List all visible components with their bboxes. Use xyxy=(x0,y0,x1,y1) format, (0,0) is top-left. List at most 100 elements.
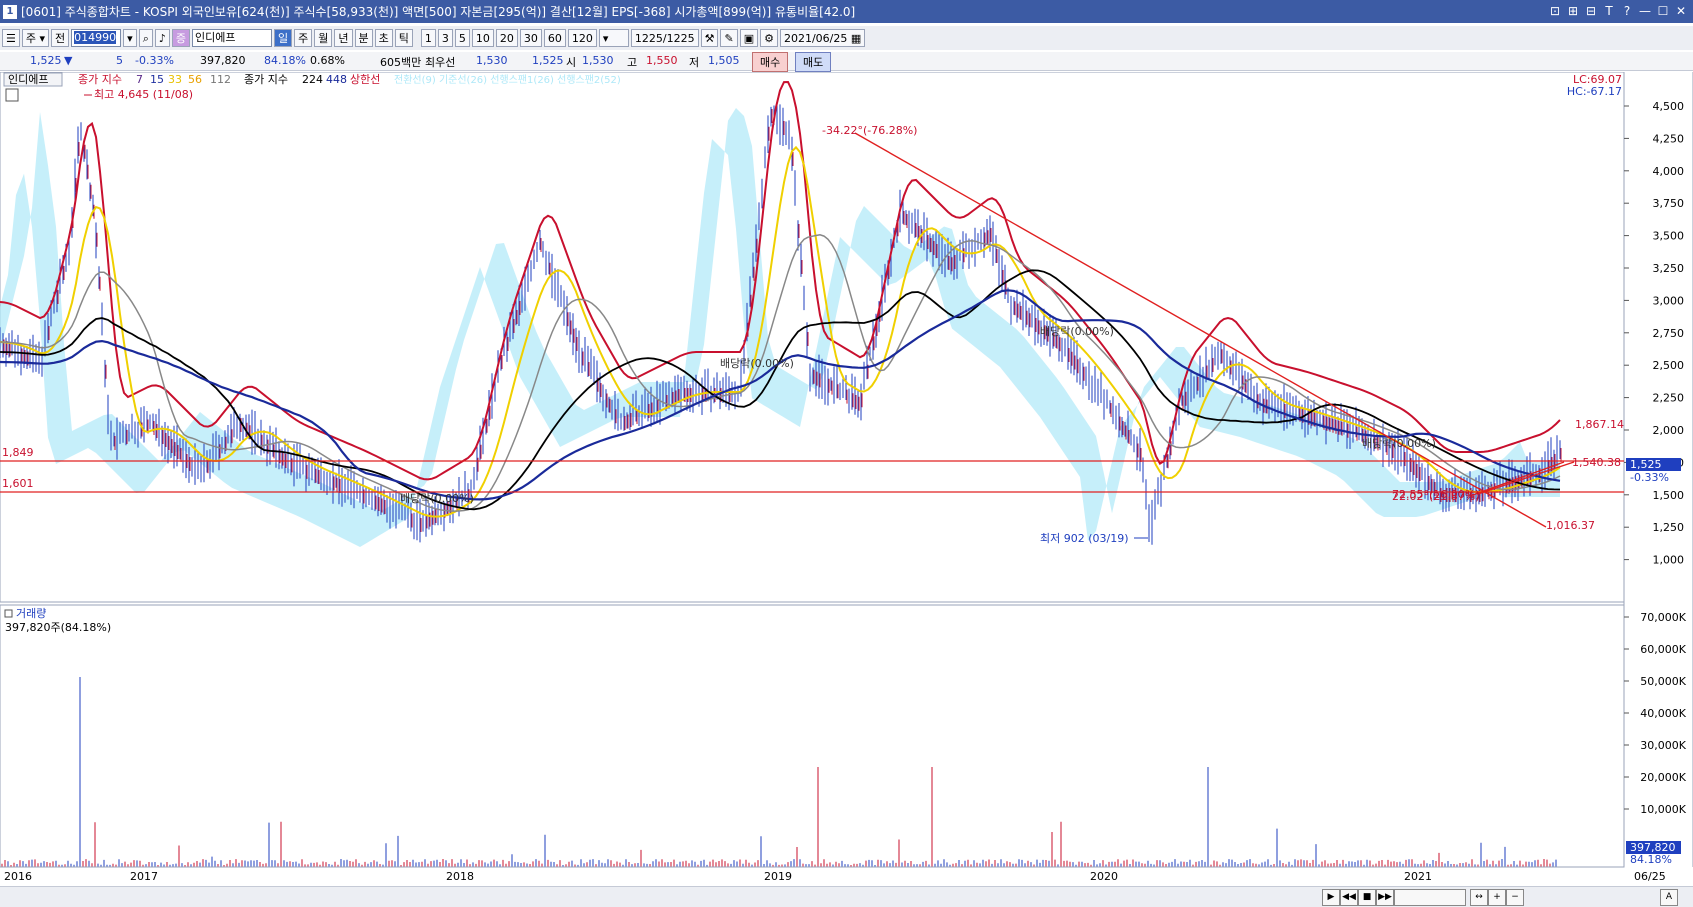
x-label-2021: 2021 xyxy=(1404,870,1432,883)
period-week[interactable]: 주 xyxy=(294,29,313,47)
x-label-2016: 2016 xyxy=(4,870,32,883)
buy-button[interactable]: 매수 xyxy=(752,52,789,72)
period-second[interactable]: 초 xyxy=(374,29,393,47)
period-minute[interactable]: 분 xyxy=(354,29,373,47)
x-axis: 2016 2017 2018 2019 2020 2021 06/25 xyxy=(0,866,1666,883)
price-tick-label: 3,500 xyxy=(1653,230,1685,243)
period-month[interactable]: 월 xyxy=(314,29,333,47)
legend-ma-7: 7 xyxy=(136,73,143,86)
save-icon[interactable]: ▣ xyxy=(739,29,759,47)
play-icon[interactable]: ▶ xyxy=(1322,889,1340,906)
count-field[interactable]: 1225/1225 xyxy=(630,29,699,47)
stop-icon[interactable]: ■ xyxy=(1358,889,1376,906)
stock-code-input[interactable]: 014990 xyxy=(71,29,122,47)
legend-upper: 상한선 xyxy=(350,73,380,86)
price-tick-label: 4,250 xyxy=(1653,132,1685,145)
app-icon[interactable]: 1 xyxy=(3,4,17,19)
settings-gear-icon[interactable]: ⚙ xyxy=(760,29,778,47)
quote-price: 1,525 xyxy=(30,54,62,67)
date-value: 2021/06/25 xyxy=(783,32,848,45)
volume-current-tag: 397,820 84.18% xyxy=(1626,841,1681,866)
down-arrow-icon: ▼ xyxy=(64,54,73,67)
stock-chart-svg[interactable]: 인디에프 종가 지수 7 15 33 56 112 종가 지수 224 448 … xyxy=(0,72,1693,886)
type-select-value: 주 xyxy=(25,32,36,45)
open-price: 1,530 xyxy=(582,54,614,67)
quote-volume: 397,820 xyxy=(200,54,246,67)
legend-ma-15: 15 xyxy=(150,73,164,86)
quote-amount: 605백만 xyxy=(380,56,422,69)
period-day[interactable]: 일 xyxy=(274,29,293,47)
zoom-in-icon[interactable]: + xyxy=(1488,889,1506,906)
menu-icon[interactable]: ☰ xyxy=(2,29,20,47)
type-select[interactable]: 주 ▾ xyxy=(21,29,50,47)
high-marker-label: 최고 4,645 (11/08) xyxy=(94,88,193,101)
price-tick-label: 2,750 xyxy=(1653,327,1685,340)
right-label-2: 1,540.38 xyxy=(1572,456,1621,469)
dividend-label-2: 배당락(0.00%) xyxy=(720,357,794,370)
interval-5[interactable]: 5 xyxy=(454,29,470,47)
count-total: /1225 xyxy=(662,32,695,45)
prev-button[interactable]: 전 xyxy=(51,29,70,47)
current-price-pct: -0.33% xyxy=(1630,471,1669,484)
fast-forward-icon[interactable]: ▶▶ xyxy=(1376,889,1394,906)
toolbar: ☰ 주 ▾ 전 014990 ▾ ⌕ ♪ 증 인디에프 일 주 월 년 분 초 … xyxy=(0,26,1693,50)
speaker-icon[interactable]: ♪ xyxy=(154,29,170,47)
code-dropdown-icon[interactable]: ▾ xyxy=(123,29,137,47)
stock-name-field[interactable]: 인디에프 xyxy=(192,29,273,47)
quote-change-pct: -0.33% xyxy=(135,54,174,67)
zoom-fit-icon[interactable]: ↔ xyxy=(1470,889,1488,906)
volume-value: 397,820주(84.18%) xyxy=(5,621,111,634)
font-icon[interactable]: T xyxy=(1601,2,1617,20)
interval-20[interactable]: 20 xyxy=(495,29,518,47)
volume-current-pct: 84.18% xyxy=(1630,853,1672,866)
interval-10[interactable]: 10 xyxy=(471,29,494,47)
draw-icon[interactable]: ✎ xyxy=(720,29,738,47)
dividend-label-3: 배당락(0.00%) xyxy=(1040,325,1114,338)
split-icon[interactable]: ⊟ xyxy=(1583,2,1599,20)
interval-1[interactable]: 1 xyxy=(420,29,436,47)
sell-button[interactable]: 매도 xyxy=(795,52,832,72)
low-price: 1,505 xyxy=(708,54,740,67)
zoom-out-icon[interactable]: − xyxy=(1506,889,1524,906)
volume-tick-label: 30,000K xyxy=(1640,739,1686,752)
help-icon[interactable]: ? xyxy=(1619,2,1635,20)
price-tick-label: 2,250 xyxy=(1653,392,1685,405)
expand-icon[interactable]: A xyxy=(1660,889,1678,906)
date-field[interactable]: 2021/06/25 ▦ xyxy=(779,29,866,47)
interval-3[interactable]: 3 xyxy=(437,29,453,47)
layout-icon[interactable]: ⊡ xyxy=(1547,2,1563,20)
window-title: [0601] 주식종합차트 - KOSPI 외국인보유[624(천)] 주식수[… xyxy=(21,5,856,19)
scroll-slider[interactable] xyxy=(1394,889,1466,906)
interval-30[interactable]: 30 xyxy=(519,29,542,47)
volume-tick-label: 70,000K xyxy=(1640,611,1686,624)
volume-y-axis: 70,000K 60,000K 50,000K 40,000K 30,000K 20,00… xyxy=(1624,611,1687,816)
period-tick[interactable]: 틱 xyxy=(394,29,413,47)
rewind-icon[interactable]: ◀◀ xyxy=(1340,889,1358,906)
x-end-label: 06/25 xyxy=(1634,870,1666,883)
close-button[interactable]: ✕ xyxy=(1673,2,1689,20)
legend-ma-112: 112 xyxy=(210,73,231,86)
price-tick-label: 4,500 xyxy=(1653,100,1685,113)
interval-60[interactable]: 60 xyxy=(543,29,566,47)
interval-input[interactable]: ▾ xyxy=(598,29,629,47)
search-icon[interactable]: ⌕ xyxy=(138,29,153,47)
x-label-2017: 2017 xyxy=(130,870,158,883)
dividend-label-1: 배당락(0.00%) xyxy=(400,492,474,505)
low-marker-label: 최저 902 (03/19) xyxy=(1040,532,1129,545)
quote-vol-pct: 84.18% xyxy=(264,54,306,67)
legend-ma-224: 224 xyxy=(302,73,323,86)
indicator-icon[interactable]: ⚒ xyxy=(700,29,719,47)
window-controls: ⊡ ⊞ ⊟ T ? — ☐ ✕ xyxy=(1547,2,1689,20)
best-bid: 1,525 xyxy=(532,54,564,67)
minimize-button[interactable]: — xyxy=(1637,2,1653,20)
trend-label-2: 22.02°(21.87%) xyxy=(1392,490,1480,503)
panel-settings-icon[interactable] xyxy=(5,88,19,102)
period-year[interactable]: 년 xyxy=(334,29,353,47)
price-tick-label: 1,000 xyxy=(1653,554,1685,567)
quote-turnover: 0.68% xyxy=(310,54,345,67)
legend-stock-name: 인디에프 xyxy=(8,73,48,86)
x-label-2020: 2020 xyxy=(1090,870,1118,883)
maximize-button[interactable]: ☐ xyxy=(1655,2,1671,20)
tile-icon[interactable]: ⊞ xyxy=(1565,2,1581,20)
interval-120[interactable]: 120 xyxy=(567,29,597,47)
